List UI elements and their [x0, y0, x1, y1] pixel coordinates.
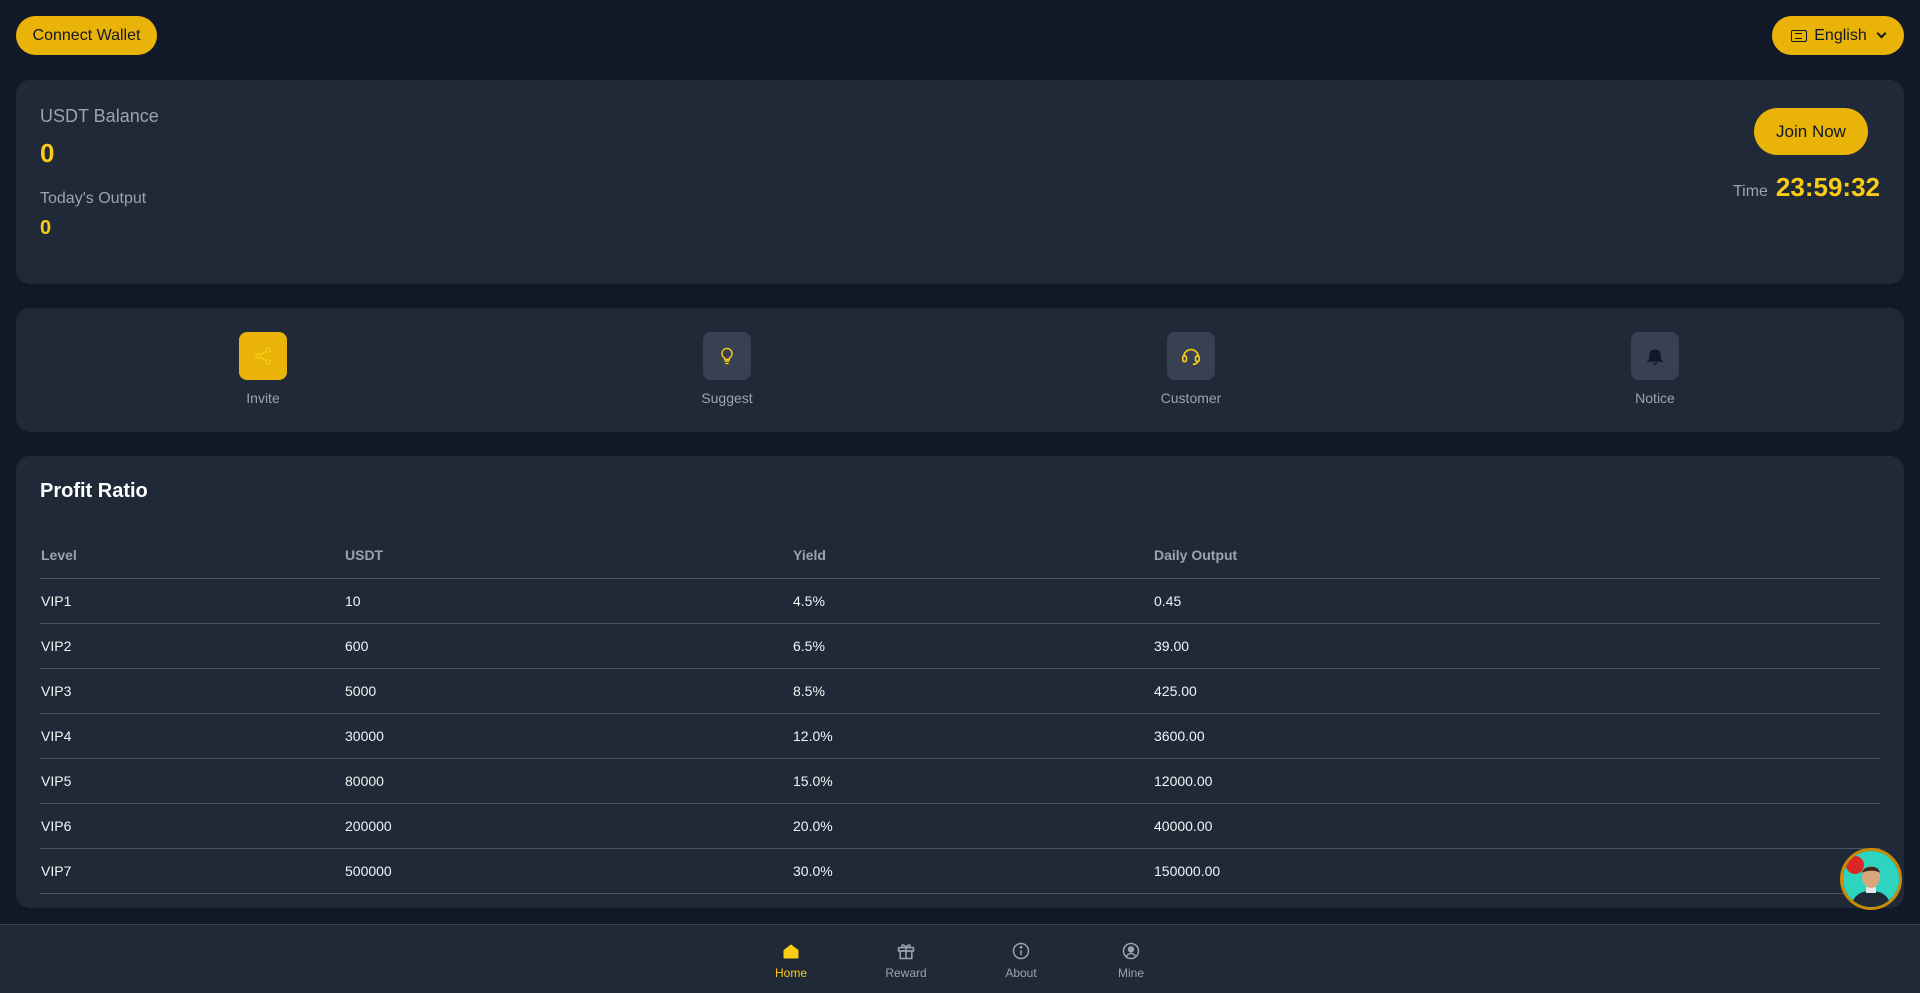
cell-yield: 4.5%: [792, 578, 1153, 624]
bell-icon: [1631, 332, 1679, 380]
cell-level: VIP5: [40, 758, 344, 804]
nav-label: Mine: [1117, 966, 1144, 980]
action-notice[interactable]: Notice: [1595, 332, 1715, 406]
column-header-usdt: USDT: [344, 533, 792, 579]
action-suggest[interactable]: Suggest: [667, 332, 787, 406]
cell-level: VIP2: [40, 623, 344, 669]
avatar: [1843, 851, 1899, 907]
table-row: VIP4 30000 12.0% 3600.00: [40, 713, 1880, 759]
cell-daily-output: 12000.00: [1153, 758, 1880, 804]
table-row: VIP7 500000 30.0% 150000.00: [40, 848, 1880, 894]
gift-icon: [897, 944, 915, 960]
cell-level: VIP4: [40, 713, 344, 759]
profit-ratio-title: Profit Ratio: [40, 480, 148, 502]
share-icon: [239, 332, 287, 380]
language-label: English: [1814, 26, 1867, 44]
connect-wallet-button[interactable]: Connect Wallet: [16, 16, 157, 55]
user-icon: [1122, 942, 1140, 960]
cell-yield: 15.0%: [792, 758, 1153, 804]
cell-daily-output: 39.00: [1153, 623, 1880, 669]
nav-home[interactable]: Home: [751, 941, 831, 980]
cell-usdt: 5000: [344, 668, 792, 714]
cell-daily-output: 40000.00: [1153, 803, 1880, 849]
action-label: Notice: [1635, 390, 1675, 406]
column-header-level: Level: [40, 533, 344, 579]
cell-yield: 12.0%: [792, 713, 1153, 759]
cell-yield: 8.5%: [792, 668, 1153, 714]
info-icon: [1012, 942, 1030, 960]
headset-icon: [1167, 332, 1215, 380]
usdt-balance-label: USDT Balance: [40, 106, 159, 126]
action-label: Invite: [246, 390, 280, 406]
cell-usdt: 80000: [344, 758, 792, 804]
nav-about[interactable]: About: [981, 941, 1061, 980]
cell-yield: 6.5%: [792, 623, 1153, 669]
column-header-yield: Yield: [792, 533, 1153, 579]
profit-ratio-card: Profit Ratio Level USDT Yield Daily Outp…: [16, 456, 1904, 908]
bottom-navigation: Home Reward About Mine: [0, 924, 1920, 993]
cell-daily-output: 425.00: [1153, 668, 1880, 714]
table-row: VIP3 5000 8.5% 425.00: [40, 668, 1880, 714]
time-label: Time: [1732, 183, 1768, 200]
table-row: VIP2 600 6.5% 39.00: [40, 623, 1880, 669]
cell-usdt: 600: [344, 623, 792, 669]
column-header-daily-output: Daily Output: [1153, 533, 1880, 579]
chevron-down-icon: [1876, 28, 1887, 39]
cell-daily-output: 150000.00: [1153, 848, 1880, 894]
language-icon: [1791, 29, 1808, 42]
language-selector[interactable]: English: [1772, 16, 1904, 55]
cell-daily-output: 0.45: [1153, 578, 1880, 624]
cell-daily-output: 3600.00: [1153, 713, 1880, 759]
cell-usdt: 500000: [344, 848, 792, 894]
balance-card: USDT Balance 0 Today's Output 0 Join Now…: [16, 80, 1904, 284]
cell-yield: 30.0%: [792, 848, 1153, 894]
cell-yield: 20.0%: [792, 803, 1153, 849]
table-row: VIP5 80000 15.0% 12000.00: [40, 758, 1880, 804]
cell-usdt: 200000: [344, 803, 792, 849]
todays-output-value: 0: [40, 217, 52, 239]
action-invite[interactable]: Invite: [203, 332, 323, 406]
cell-level: VIP3: [40, 668, 344, 714]
todays-output-label: Today's Output: [40, 190, 147, 207]
table-row: VIP6 200000 20.0% 40000.00: [40, 803, 1880, 849]
cell-level: VIP1: [40, 578, 344, 624]
table-header-row: Level USDT Yield Daily Output: [40, 533, 1880, 579]
cell-level: VIP7: [40, 848, 344, 894]
nav-label: Reward: [885, 966, 927, 980]
nav-mine[interactable]: Mine: [1091, 941, 1171, 980]
top-bar: Connect Wallet English: [0, 0, 1920, 70]
lightbulb-icon: [703, 332, 751, 380]
home-icon: [783, 944, 799, 959]
nav-reward[interactable]: Reward: [866, 941, 946, 980]
cell-usdt: 10: [344, 578, 792, 624]
time-display: Time 23:59:32: [1733, 172, 1880, 203]
nav-label: About: [1005, 966, 1037, 980]
nav-label: Home: [774, 966, 807, 980]
cell-usdt: 30000: [344, 713, 792, 759]
time-value: 23:59:32: [1775, 172, 1880, 202]
support-chat-avatar[interactable]: [1840, 848, 1902, 910]
usdt-balance-value: 0: [40, 138, 55, 168]
cell-level: VIP6: [40, 803, 344, 849]
join-now-button[interactable]: Join Now: [1754, 108, 1868, 155]
action-customer[interactable]: Customer: [1131, 332, 1251, 406]
action-label: Customer: [1160, 390, 1222, 406]
action-label: Suggest: [701, 390, 753, 406]
table-row: VIP1 10 4.5% 0.45: [40, 578, 1880, 624]
profit-table: Level USDT Yield Daily Output VIP1 10 4.…: [40, 533, 1880, 894]
quick-actions-card: Invite Suggest Customer Notice: [16, 308, 1904, 432]
